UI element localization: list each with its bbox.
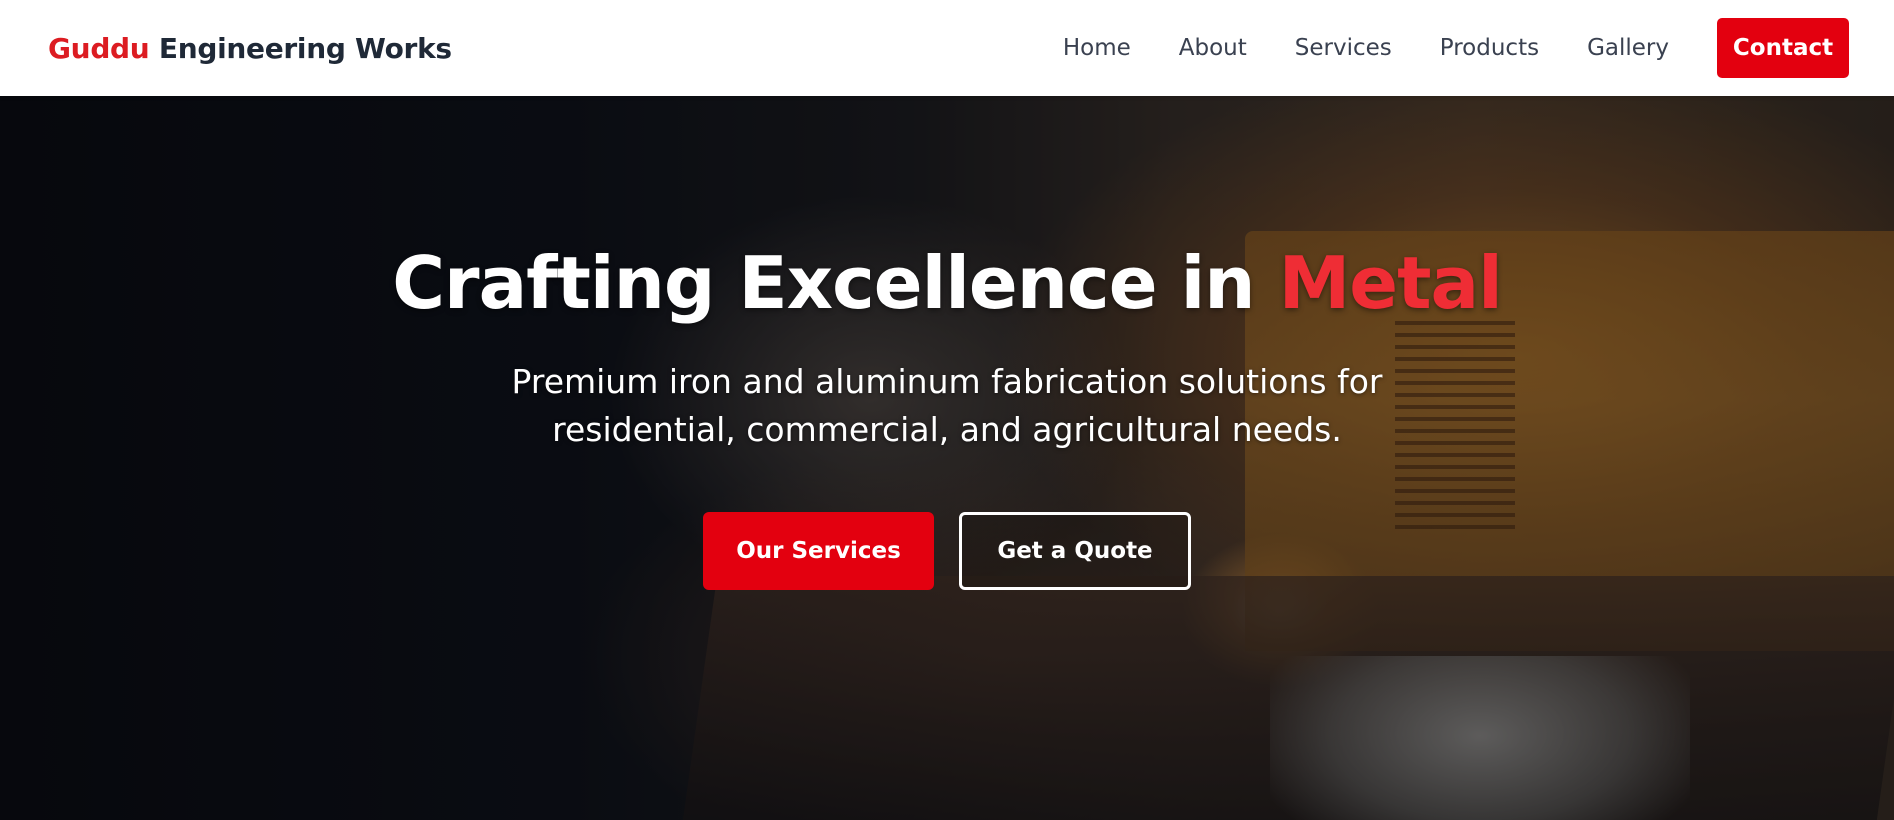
- nav-link-about[interactable]: About: [1179, 35, 1247, 61]
- brand-name: Engineering Works: [149, 31, 452, 65]
- hero-title-accent: Metal: [1278, 241, 1503, 325]
- hero-section: Crafting Excellence in Metal Premium iro…: [0, 96, 1894, 820]
- hero-title: Crafting Excellence in Metal: [0, 241, 1894, 325]
- site-header: Guddu Engineering Works Home About Servi…: [0, 0, 1894, 96]
- hero-title-main: Crafting Excellence in: [392, 241, 1279, 325]
- contact-button[interactable]: Contact: [1717, 18, 1849, 78]
- nav-link-gallery[interactable]: Gallery: [1587, 35, 1669, 61]
- hero-overlay: [0, 96, 1894, 820]
- nav-link-home[interactable]: Home: [1063, 35, 1131, 61]
- our-services-button[interactable]: Our Services: [703, 512, 934, 590]
- main-nav: Home About Services Products Gallery Con…: [1063, 18, 1849, 78]
- brand-accent: Guddu: [48, 31, 150, 65]
- brand-logo[interactable]: Guddu Engineering Works: [48, 32, 452, 65]
- hero-button-row: Our Services Get a Quote: [0, 512, 1894, 590]
- get-a-quote-button[interactable]: Get a Quote: [959, 512, 1191, 590]
- nav-link-services[interactable]: Services: [1295, 35, 1392, 61]
- hero-subtitle: Premium iron and aluminum fabrication so…: [511, 362, 1383, 449]
- nav-link-products[interactable]: Products: [1440, 35, 1539, 61]
